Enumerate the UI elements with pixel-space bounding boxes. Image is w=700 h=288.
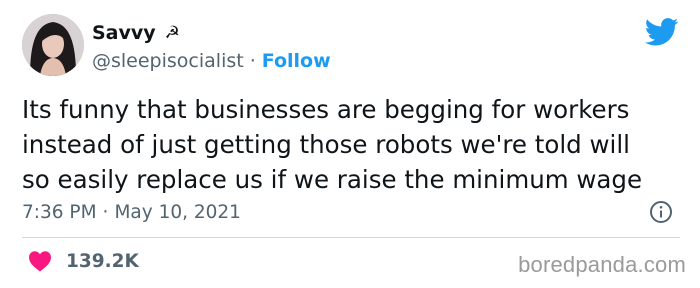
- twitter-bird-icon[interactable]: [645, 18, 679, 46]
- tweet-timestamp[interactable]: 7:36 PM · May 10, 2021: [22, 199, 241, 225]
- tweet-time: 7:36 PM: [22, 201, 97, 223]
- tweet-text: Its funny that businesses are begging fo…: [22, 92, 692, 197]
- tweet-text-line: Its funny that businesses are begging fo…: [22, 95, 630, 124]
- tweet-text-line: instead of just getting those robots we'…: [22, 130, 630, 159]
- avatar[interactable]: [22, 14, 84, 76]
- author-display-name[interactable]: Savvy: [92, 22, 156, 44]
- avatar-image: [22, 14, 84, 76]
- handle-separator: ·: [249, 50, 256, 72]
- timestamp-separator: ·: [102, 201, 109, 223]
- like-count: 139.2K: [66, 250, 139, 272]
- like-action[interactable]: 139.2K: [28, 247, 139, 275]
- hammer-sickle-icon: ☭: [164, 23, 180, 43]
- follow-button[interactable]: Follow: [262, 50, 331, 72]
- watermark: boredpanda.com: [518, 252, 686, 277]
- heart-icon[interactable]: [28, 250, 52, 272]
- divider: [22, 237, 680, 238]
- author-handle[interactable]: @sleepisocialist: [92, 50, 244, 72]
- tweet-card: Savvy ☭ @sleepisocialist · Follow Its fu…: [0, 0, 700, 288]
- info-icon[interactable]: [649, 200, 673, 224]
- tweet-date: May 10, 2021: [114, 201, 241, 223]
- tweet-text-line: so easily replace us if we raise the min…: [22, 165, 643, 194]
- author-handle-row: @sleepisocialist · Follow: [92, 49, 331, 73]
- author-name-row: Savvy ☭: [92, 20, 180, 46]
